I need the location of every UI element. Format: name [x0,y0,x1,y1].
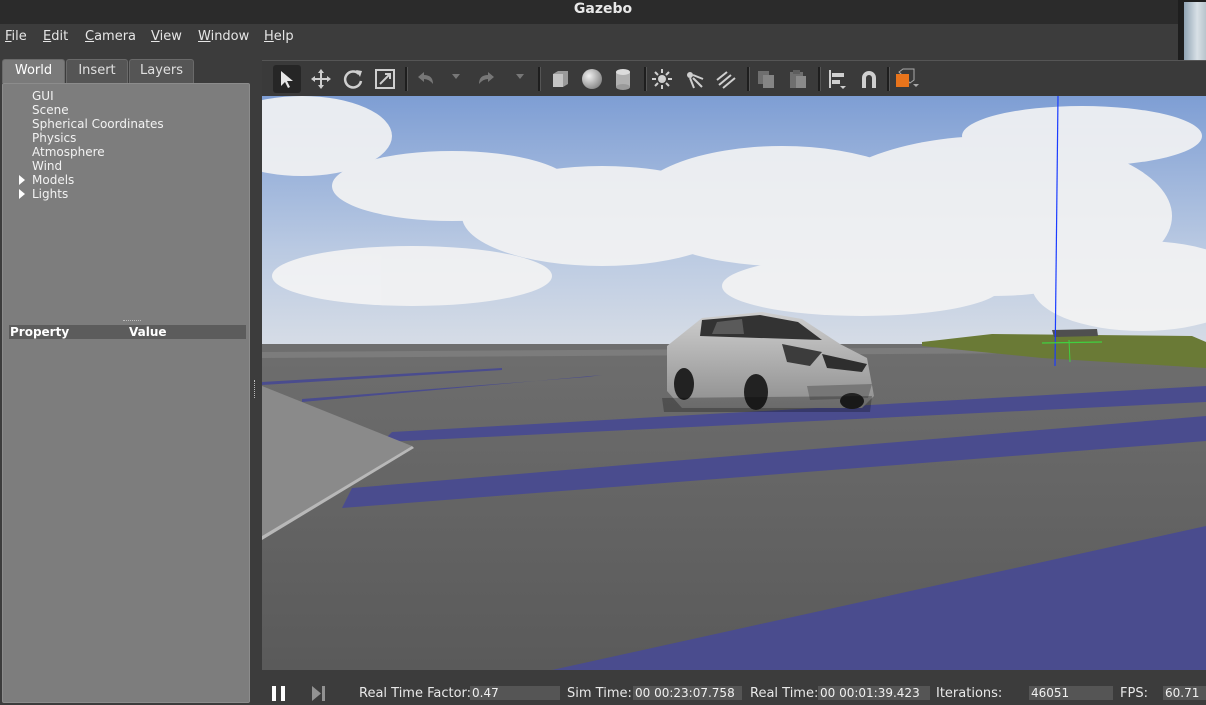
real-time-factor-value: 0.47 [470,686,560,700]
select-mode-icon[interactable] [273,65,301,93]
real-time-label: Real Time: [750,686,819,701]
tab-insert[interactable]: Insert [66,59,128,83]
property-table-header: Property Value [9,325,246,339]
scale-mode-icon[interactable] [371,65,399,93]
iterations-value: 46051 [1029,686,1113,700]
undo-history-icon[interactable] [452,74,460,79]
sim-time-value: 00 00:23:07.758 [633,686,742,700]
tree-item-scene[interactable]: Scene [32,103,69,117]
tab-layers[interactable]: Layers [129,59,194,83]
undo-icon[interactable] [411,65,439,93]
fps-value: 60.71 [1163,686,1206,700]
tree-item-physics[interactable]: Physics [32,131,76,145]
window-title: Gazebo [573,1,633,17]
view-angle-icon[interactable] [892,65,920,93]
tab-world[interactable]: World [2,59,65,83]
tree-item-lights[interactable]: Lights [32,187,68,201]
panel-resize-handle[interactable] [254,380,258,398]
align-icon[interactable] [823,65,851,93]
expand-arrow-icon[interactable] [19,189,25,199]
menu-bar: File Edit Camera View Window Help [0,24,1178,50]
menu-file[interactable]: File [5,29,27,44]
tree-item-models[interactable]: Models [32,173,74,187]
toolbar [262,60,1206,97]
redo-history-icon[interactable] [516,74,524,79]
splitter-handle[interactable] [123,320,141,324]
menu-view[interactable]: View [151,29,182,44]
menu-camera[interactable]: Camera [85,29,136,44]
spot-light-icon[interactable] [680,65,708,93]
scene-render[interactable] [262,96,1206,670]
3d-viewport[interactable] [262,96,1206,670]
expand-arrow-icon[interactable] [19,175,25,185]
directional-light-icon[interactable] [712,65,740,93]
rotate-mode-icon[interactable] [339,65,367,93]
iterations-label: Iterations: [936,686,1003,701]
translate-mode-icon[interactable] [307,65,335,93]
tree-item-spherical-coordinates[interactable]: Spherical Coordinates [32,117,164,131]
left-panel: World Insert Layers GUI Scene Spherical … [0,57,252,703]
value-column-header: Value [129,325,167,339]
fps-label: FPS: [1120,686,1148,701]
world-tree-panel: GUI Scene Spherical Coordinates Physics … [2,83,250,703]
property-column-header: Property [10,325,70,339]
status-bar: Real Time Factor: 0.47 Sim Time: 00 00:2… [262,678,1206,703]
pause-icon[interactable] [272,686,286,701]
menu-window[interactable]: Window [198,29,249,44]
copy-icon[interactable] [752,65,780,93]
box-shape-icon[interactable] [546,65,574,93]
paste-icon[interactable] [784,65,812,93]
window-titlebar: Gazebo [0,0,1206,24]
snap-magnet-icon[interactable] [855,65,883,93]
sphere-shape-icon[interactable] [578,65,606,93]
step-forward-icon[interactable] [310,686,326,701]
sim-time-label: Sim Time: [567,686,632,701]
point-light-icon[interactable] [648,65,676,93]
cylinder-shape-icon[interactable] [609,65,637,93]
real-time-value: 00 00:01:39.423 [818,686,930,700]
tree-item-wind[interactable]: Wind [32,159,62,173]
real-time-factor-label: Real Time Factor: [359,686,472,701]
tree-item-gui[interactable]: GUI [32,89,54,103]
tree-item-atmosphere[interactable]: Atmosphere [32,145,105,159]
menu-help[interactable]: Help [264,29,294,44]
redo-icon[interactable] [473,65,501,93]
menu-edit[interactable]: Edit [43,29,68,44]
